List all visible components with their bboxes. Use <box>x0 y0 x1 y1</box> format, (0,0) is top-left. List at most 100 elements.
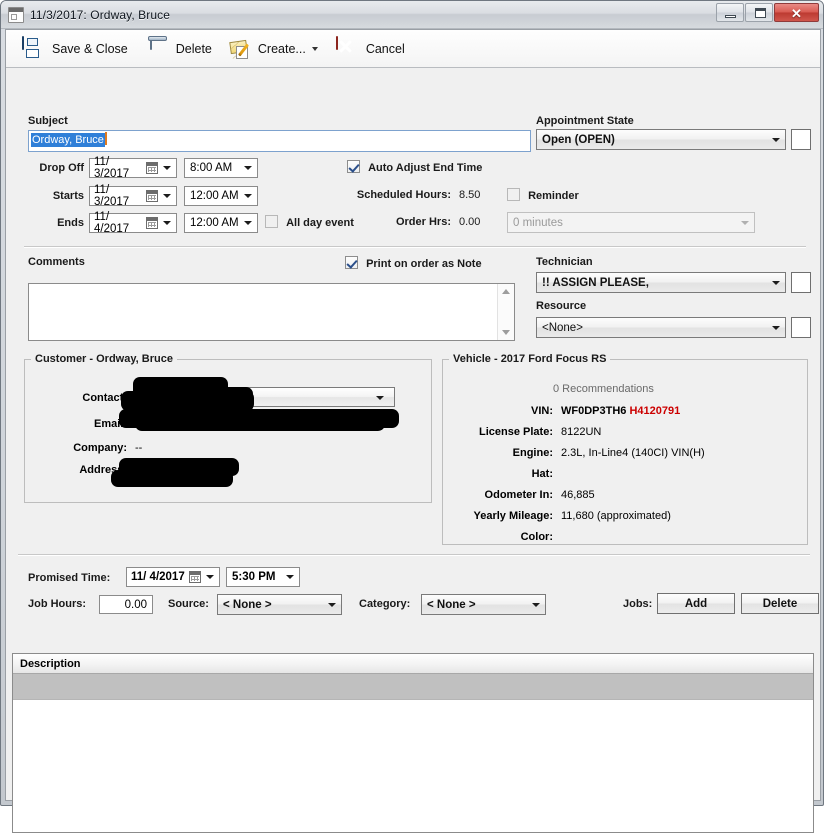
ends-time-value: 12:00 AM <box>190 217 239 229</box>
chevron-down-icon[interactable] <box>244 221 252 225</box>
comments-scrollbar[interactable] <box>497 284 514 340</box>
calendar-icon[interactable] <box>146 162 158 174</box>
resource-side-button[interactable] <box>791 317 811 338</box>
chevron-down-icon[interactable] <box>311 46 318 51</box>
job-hours-label: Job Hours: <box>28 598 87 610</box>
chevron-down-icon[interactable] <box>286 575 294 579</box>
category-value: < None > <box>427 598 476 611</box>
jobs-add-button[interactable]: Add <box>657 593 735 614</box>
chevron-down-icon[interactable] <box>163 166 171 170</box>
drop-off-label: Drop Off <box>39 162 84 174</box>
cancel-label: Cancel <box>365 41 405 56</box>
vehicle-yearly-mileage-label: Yearly Mileage: <box>473 510 554 522</box>
scroll-down-icon[interactable] <box>502 330 510 335</box>
print-on-order-note-label: Print on order as Note <box>366 258 482 270</box>
subject-value: Ordway, Bruce <box>31 133 105 147</box>
customer-company-value: -- <box>135 442 143 454</box>
client-area: Save & Close Delete Create... Cancel Sub… <box>5 29 821 833</box>
job-hours-input[interactable]: 0.00 <box>99 595 153 614</box>
vehicle-recommendations[interactable]: 0 Recommendations <box>553 383 654 395</box>
source-label: Source: <box>168 598 209 610</box>
vehicle-odometer-value: 46,885 <box>561 489 595 501</box>
vehicle-panel-legend: Vehicle - 2017 Ford Focus RS <box>453 353 607 365</box>
drop-off-time-input[interactable]: 8:00 AM <box>184 158 258 178</box>
calendar-icon[interactable] <box>146 217 158 229</box>
appointment-state-dropdown[interactable]: Open (OPEN) <box>536 129 786 150</box>
auto-adjust-end-time-label: Auto Adjust End Time <box>368 162 483 174</box>
delete-button[interactable]: Delete <box>140 34 218 64</box>
print-on-order-note-checkbox[interactable]: Print on order as Note <box>345 256 482 270</box>
customer-contact-label: Contact: <box>82 392 127 404</box>
maximize-button[interactable] <box>745 3 773 22</box>
starts-date-input[interactable]: 11/ 3/2017 <box>89 184 177 208</box>
resource-label: Resource <box>536 300 587 312</box>
vehicle-hat-label: Hat: <box>531 468 553 480</box>
scheduled-hours-value: 8.50 <box>459 189 481 201</box>
vehicle-color-label: Color: <box>520 531 553 543</box>
all-day-event-checkbox[interactable]: All day event <box>265 215 354 229</box>
promised-time-input[interactable]: 5:30 PM <box>226 567 300 587</box>
chevron-down-icon <box>376 396 384 400</box>
chevron-down-icon[interactable] <box>244 194 252 198</box>
grid-column-description[interactable]: Description <box>20 658 81 670</box>
grid-empty-row[interactable] <box>13 674 813 700</box>
vin-suffix: H4120791 <box>629 405 681 417</box>
chevron-down-icon <box>772 325 780 330</box>
job-hours-value: 0.00 <box>124 598 147 611</box>
customer-company-label: Company: <box>73 442 127 454</box>
technician-side-button[interactable] <box>791 272 811 293</box>
calendar-icon[interactable] <box>189 571 201 583</box>
chevron-down-icon <box>772 280 780 285</box>
auto-adjust-end-time-checkbox[interactable]: Auto Adjust End Time <box>347 160 482 174</box>
checkbox-icon <box>265 215 278 228</box>
ends-time-input[interactable]: 12:00 AM <box>184 213 258 233</box>
checkbox-icon <box>345 256 358 269</box>
comments-label: Comments <box>28 256 85 268</box>
customer-email-label: Email: <box>93 418 127 430</box>
source-dropdown[interactable]: < None > <box>217 594 342 615</box>
subject-label: Subject <box>28 115 68 127</box>
cancel-button[interactable]: Cancel <box>330 34 411 64</box>
footer-divider <box>18 554 810 556</box>
jobs-delete-button[interactable]: Delete <box>741 593 819 614</box>
chevron-down-icon <box>532 602 540 607</box>
delete-label: Delete <box>175 41 212 56</box>
vehicle-odometer-label: Odometer In: <box>484 489 553 501</box>
starts-date-value: 11/ 3/2017 <box>94 184 130 208</box>
promised-date-input[interactable]: 11/ 4/2017 <box>126 567 220 587</box>
checkbox-icon <box>347 160 360 173</box>
reminder-interval-dropdown[interactable]: 0 minutes <box>507 212 755 233</box>
chevron-down-icon <box>741 220 749 225</box>
chevron-down-icon[interactable] <box>206 575 214 579</box>
appointment-state-side-button[interactable] <box>791 129 811 150</box>
grid-header-row: Description <box>13 654 813 674</box>
vehicle-engine-label: Engine: <box>512 447 553 459</box>
minimize-button[interactable] <box>716 3 744 22</box>
drop-off-date-input[interactable]: 11/ 3/2017 <box>89 156 177 180</box>
save-close-button[interactable]: Save & Close <box>16 34 134 64</box>
chevron-down-icon[interactable] <box>163 194 171 198</box>
ends-date-value: 11/ 4/2017 <box>94 211 130 235</box>
vehicle-vin-label: VIN: <box>531 405 553 417</box>
redaction-mark <box>111 470 233 487</box>
starts-time-input[interactable]: 12:00 AM <box>184 186 258 206</box>
scroll-up-icon[interactable] <box>502 289 510 294</box>
close-button[interactable]: ✕ <box>774 3 819 22</box>
technician-dropdown[interactable]: !! ASSIGN PLEASE, <box>536 272 786 293</box>
subject-input[interactable]: Ordway, Bruce <box>28 130 531 152</box>
reminder-checkbox[interactable]: Reminder <box>507 188 579 202</box>
drop-off-date-value: 11/ 3/2017 <box>94 156 130 180</box>
window-title: 11/3/2017: Ordway, Bruce <box>30 7 171 22</box>
ends-date-input[interactable]: 11/ 4/2017 <box>89 211 177 235</box>
create-button[interactable]: Create... <box>224 34 324 64</box>
resource-dropdown[interactable]: <None> <box>536 317 786 338</box>
starts-label: Starts <box>52 190 84 202</box>
resource-value: <None> <box>542 321 583 334</box>
calendar-icon[interactable] <box>146 190 158 202</box>
category-dropdown[interactable]: < None > <box>421 594 546 615</box>
chevron-down-icon[interactable] <box>163 221 171 225</box>
chevron-down-icon[interactable] <box>244 166 252 170</box>
jobs-label: Jobs: <box>623 598 653 610</box>
comments-textarea[interactable] <box>28 283 515 341</box>
appointment-state-label: Appointment State <box>536 115 634 127</box>
